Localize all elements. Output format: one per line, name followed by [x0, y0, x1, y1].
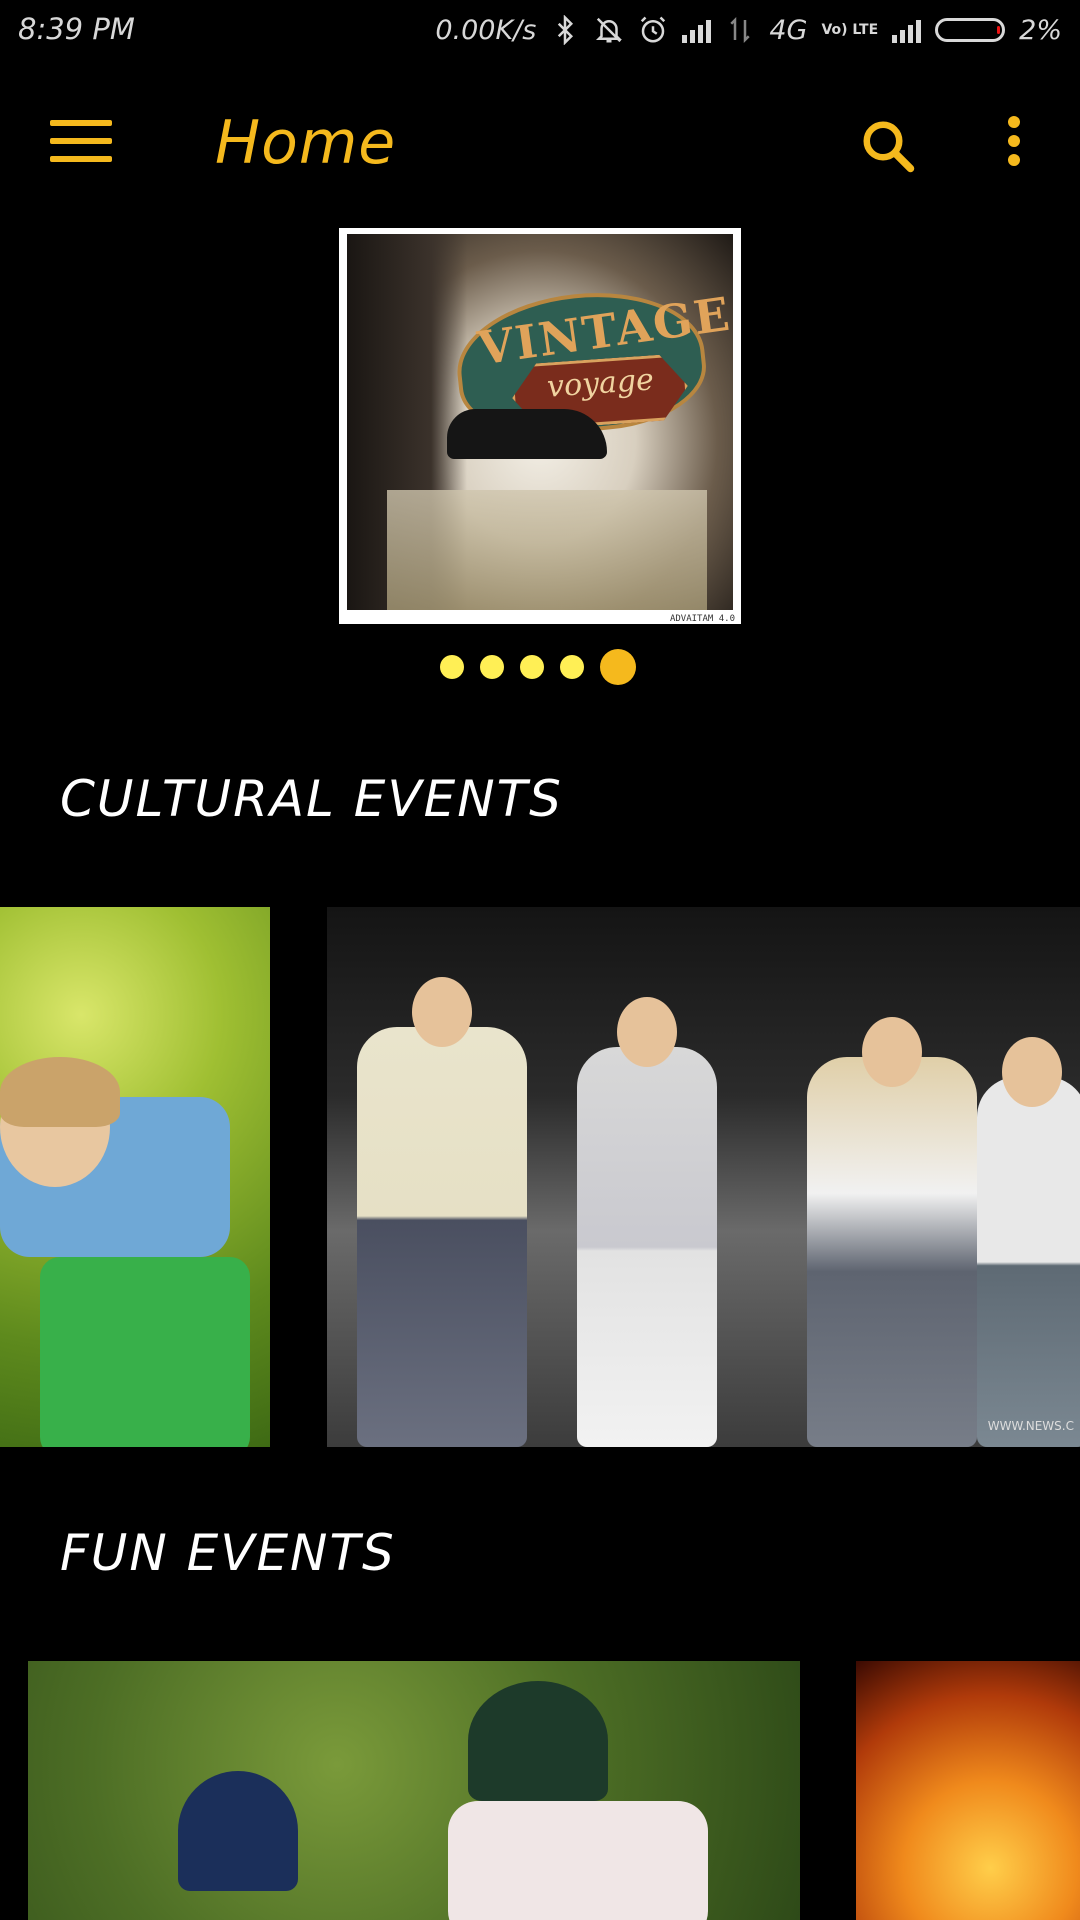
carousel-dot-1[interactable] [440, 655, 464, 679]
event-card-cultural-1[interactable] [0, 907, 270, 1447]
photo-detail [577, 1047, 717, 1447]
banner-carousel-image[interactable]: VINTAGE voyage ADVAITAM 4.0 [339, 228, 741, 624]
status-time: 8:39 PM [18, 12, 135, 46]
poster-car [447, 409, 607, 459]
photo-detail [178, 1771, 298, 1891]
search-icon [863, 121, 915, 173]
vintage-voyage-poster: VINTAGE voyage [347, 234, 733, 610]
menu-button[interactable] [50, 120, 112, 168]
section-title-cultural-events: CULTURAL EVENTS [60, 770, 563, 828]
more-vert-icon [1008, 116, 1020, 128]
carousel-indicator [440, 649, 636, 685]
carousel-dot-2[interactable] [480, 655, 504, 679]
search-button[interactable] [858, 116, 918, 176]
photo-detail [0, 1057, 120, 1127]
status-bar: 8:39 PM 0.00K/s 4G Vo) LTE 2% [0, 0, 1080, 60]
photo-detail [1002, 1037, 1062, 1107]
event-card-cultural-2[interactable]: WWW.NEWS.C [327, 907, 1080, 1447]
photo-detail [617, 997, 677, 1067]
photo-detail [448, 1801, 708, 1920]
carousel-dot-4[interactable] [560, 655, 584, 679]
poster-subtitle: voyage [545, 362, 655, 405]
event-card-fun-1[interactable] [28, 1661, 800, 1920]
more-options-button[interactable] [998, 116, 1030, 176]
signal-strength-icon-2 [892, 17, 922, 43]
hamburger-icon [50, 120, 112, 126]
network-type: 4G [769, 14, 808, 46]
data-transfer-icon [730, 16, 750, 44]
photo-detail [807, 1057, 977, 1447]
photo-detail [357, 1027, 527, 1447]
carousel-dot-3[interactable] [520, 655, 544, 679]
volte-icon: Vo) LTE [821, 22, 879, 38]
photo-detail [412, 977, 472, 1047]
photo-detail [468, 1681, 608, 1801]
poster-valley [387, 490, 707, 610]
status-icons: 0.00K/s 4G Vo) LTE 2% [435, 10, 1062, 50]
carousel-dot-5-active[interactable] [600, 649, 636, 685]
poster-caption: ADVAITAM 4.0 [669, 614, 735, 624]
bell-muted-icon [596, 17, 623, 43]
photo-detail [40, 1257, 250, 1447]
signal-strength-icon [682, 17, 712, 43]
bluetooth-icon [558, 15, 574, 45]
app-bar: Home [0, 60, 1080, 228]
photo-detail [862, 1017, 922, 1087]
hamburger-icon-bar [50, 138, 112, 144]
section-title-fun-events: FUN EVENTS [60, 1524, 396, 1582]
hamburger-icon-bar [50, 156, 112, 162]
photo-watermark: WWW.NEWS.C [987, 1419, 1074, 1433]
battery-percent: 2% [1019, 14, 1062, 46]
network-speed: 0.00K/s [435, 14, 537, 46]
more-vert-dot [1008, 154, 1020, 166]
page-title: Home [215, 108, 397, 178]
photo-detail [977, 1077, 1080, 1447]
battery-icon [935, 18, 1006, 42]
alarm-icon [641, 16, 666, 43]
event-card-fun-2[interactable] [856, 1661, 1080, 1920]
more-vert-dot [1008, 135, 1020, 147]
